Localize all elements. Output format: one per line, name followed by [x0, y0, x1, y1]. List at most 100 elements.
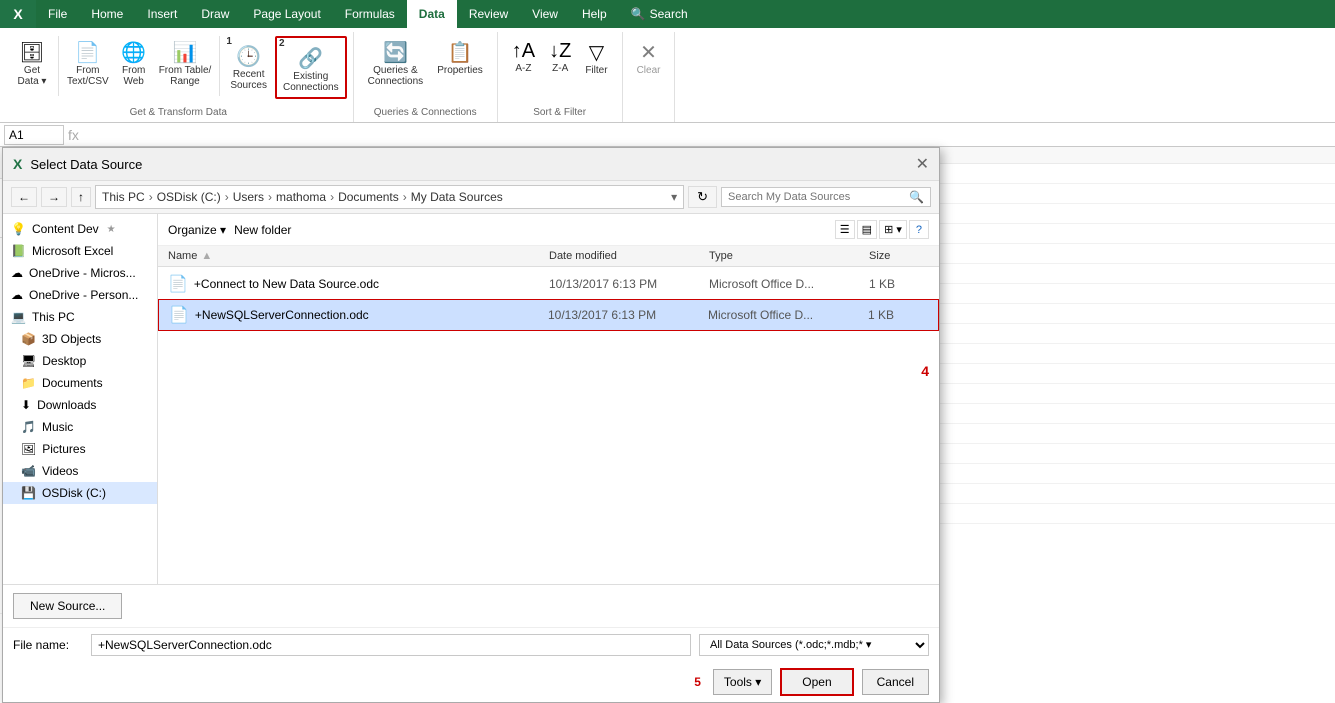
- file-type: Microsoft Office D...: [709, 277, 869, 291]
- file-size-selected: 1 KB: [868, 308, 928, 322]
- desktop-icon: 🖥: [21, 354, 36, 368]
- get-data-button[interactable]: 🗄 Get Data ▾: [10, 36, 54, 91]
- menu-formulas[interactable]: Formulas: [333, 0, 407, 28]
- file-list-header: Name ▲ Date modified Type Size: [158, 246, 939, 267]
- col-header-name[interactable]: Name ▲: [168, 250, 549, 262]
- nav-item-3d-objects[interactable]: 📦 3D Objects: [3, 328, 157, 350]
- step2-label: 2: [279, 38, 285, 49]
- file-item-selected[interactable]: 📄 +NewSQLServerConnection.odc 10/13/2017…: [158, 299, 939, 331]
- properties-icon: 📋: [448, 40, 473, 65]
- file-size: 1 KB: [869, 277, 929, 291]
- filter-button[interactable]: ▽ Filter: [579, 36, 613, 80]
- ribbon-group-get-transform: 🗄 Get Data ▾ 📄 From Text/CSV 🌐 From Web …: [4, 32, 354, 122]
- nav-item-onedrive-person[interactable]: ☁ OneDrive - Person...: [3, 284, 157, 306]
- tools-button[interactable]: Tools ▾: [713, 669, 772, 695]
- menu-file[interactable]: File: [36, 0, 79, 28]
- nav-item-content-dev[interactable]: 💡 Content Dev ★: [3, 218, 157, 240]
- filter-icon: ▽: [589, 40, 604, 65]
- ribbon-group-label-clear: [631, 118, 667, 120]
- view-list-button[interactable]: ☰: [835, 220, 855, 239]
- nav-item-osdisk[interactable]: 💾 OSDisk (C:): [3, 482, 157, 504]
- onedrive-micro-icon: ☁: [11, 266, 23, 280]
- clear-button[interactable]: ✕ Clear: [631, 36, 667, 80]
- view-details-button[interactable]: ▤: [857, 220, 877, 239]
- menu-draw[interactable]: Draw: [189, 0, 241, 28]
- filetype-select[interactable]: All Data Sources (*.odc;*.mdb;* ▾: [699, 634, 929, 656]
- breadcrumb-chevron-icon[interactable]: ▾: [671, 190, 677, 204]
- nav-back-button[interactable]: ←: [11, 187, 37, 207]
- breadcrumb-item-datasources: My Data Sources: [411, 190, 503, 204]
- nav-pane: 💡 Content Dev ★ 📗 Microsoft Excel ☁ OneD…: [3, 214, 158, 584]
- nav-item-documents[interactable]: 📁 Documents: [3, 372, 157, 394]
- nav-item-downloads[interactable]: ⬇ Downloads: [3, 394, 157, 416]
- breadcrumb-item-thispc: This PC: [102, 190, 145, 204]
- col-header-type[interactable]: Type: [709, 250, 869, 262]
- menu-data[interactable]: Data: [407, 0, 457, 28]
- menu-help[interactable]: Help: [570, 0, 619, 28]
- from-table-button[interactable]: 📊 From Table/ Range: [155, 36, 216, 91]
- nav-item-desktop[interactable]: 🖥 Desktop: [3, 350, 157, 372]
- sort-za-icon: ↓Z: [549, 40, 571, 63]
- menu-home[interactable]: Home: [79, 0, 135, 28]
- clear-icon: ✕: [640, 40, 657, 65]
- menubar: X File Home Insert Draw Page Layout Form…: [0, 0, 1335, 28]
- organize-button[interactable]: Organize ▾: [168, 223, 226, 237]
- menu-review[interactable]: Review: [457, 0, 520, 28]
- search-input[interactable]: [728, 191, 905, 203]
- formula-input[interactable]: [83, 128, 1331, 142]
- nav-up-button[interactable]: ↑: [71, 187, 91, 207]
- breadcrumb-item-mathoma: mathoma: [276, 190, 326, 204]
- sort-za-button[interactable]: ↓Z Z-A: [543, 36, 577, 78]
- breadcrumb-sep-1: ›: [149, 190, 153, 204]
- from-web-button[interactable]: 🌐 From Web: [115, 36, 153, 91]
- cancel-button[interactable]: Cancel: [862, 669, 929, 695]
- nav-item-thispc[interactable]: 💻 This PC: [3, 306, 157, 328]
- breadcrumb-sep-2: ›: [225, 190, 229, 204]
- queries-connections-icon: 🔄: [383, 40, 408, 65]
- ribbon-group-label-get-transform: Get & Transform Data: [10, 107, 347, 120]
- col-header-size[interactable]: Size: [869, 250, 929, 262]
- menu-page-layout[interactable]: Page Layout: [241, 0, 332, 28]
- 3d-objects-icon: 📦: [21, 332, 36, 346]
- dialog-address-bar: ← → ↑ This PC › OSDisk (C:) › Users › ma…: [3, 181, 939, 214]
- search-box[interactable]: 🔍: [721, 187, 931, 207]
- new-folder-button[interactable]: New folder: [234, 223, 291, 237]
- existing-connections-button[interactable]: 2 🔗 Existing Connections: [275, 36, 347, 99]
- nav-item-microsoft-excel[interactable]: 📗 Microsoft Excel: [3, 240, 157, 262]
- music-icon: 🎵: [21, 420, 36, 434]
- from-table-icon: 📊: [173, 40, 198, 65]
- search-menu[interactable]: 🔍 Search: [619, 0, 700, 28]
- file-item[interactable]: 📄 +Connect to New Data Source.odc 10/13/…: [158, 269, 939, 299]
- queries-connections-button[interactable]: 🔄 Queries & Connections: [362, 36, 430, 91]
- col-header-modified[interactable]: Date modified: [549, 250, 709, 262]
- existing-connections-icon: 🔗: [298, 46, 323, 71]
- step4-indicator: 4: [921, 363, 929, 379]
- dialog-title-icon: X: [13, 156, 22, 172]
- filename-label: File name:: [13, 638, 83, 652]
- nav-item-videos[interactable]: 📹 Videos: [3, 460, 157, 482]
- cell-reference[interactable]: [4, 125, 64, 145]
- dialog-close-button[interactable]: ✕: [916, 154, 929, 174]
- recent-sources-button[interactable]: 1 🕒 Recent Sources: [224, 36, 273, 95]
- from-text-csv-button[interactable]: 📄 From Text/CSV: [63, 36, 113, 91]
- view-large-icons-button[interactable]: ⊞ ▾: [879, 220, 907, 239]
- menu-insert[interactable]: Insert: [135, 0, 189, 28]
- refresh-button[interactable]: ↻: [688, 186, 717, 208]
- breadcrumb[interactable]: This PC › OSDisk (C:) › Users › mathoma …: [95, 185, 684, 209]
- nav-forward-button[interactable]: →: [41, 187, 67, 207]
- breadcrumb-item-documents: Documents: [338, 190, 399, 204]
- nav-item-music[interactable]: 🎵 Music: [3, 416, 157, 438]
- downloads-icon: ⬇: [21, 398, 31, 412]
- new-source-button[interactable]: New Source...: [13, 593, 122, 619]
- sort-az-button[interactable]: ↑A A-Z: [506, 36, 541, 78]
- menu-view[interactable]: View: [520, 0, 570, 28]
- thispc-icon: 💻: [11, 310, 26, 324]
- properties-button[interactable]: 📋 Properties: [431, 36, 489, 80]
- excel-icon: 📗: [11, 244, 26, 258]
- nav-item-onedrive-micro[interactable]: ☁ OneDrive - Micros...: [3, 262, 157, 284]
- breadcrumb-item-osdisk: OSDisk (C:): [157, 190, 221, 204]
- filename-input[interactable]: [91, 634, 691, 656]
- open-button[interactable]: Open: [780, 668, 853, 696]
- nav-item-pictures[interactable]: 🖼 Pictures: [3, 438, 157, 460]
- help-button[interactable]: ?: [909, 220, 929, 239]
